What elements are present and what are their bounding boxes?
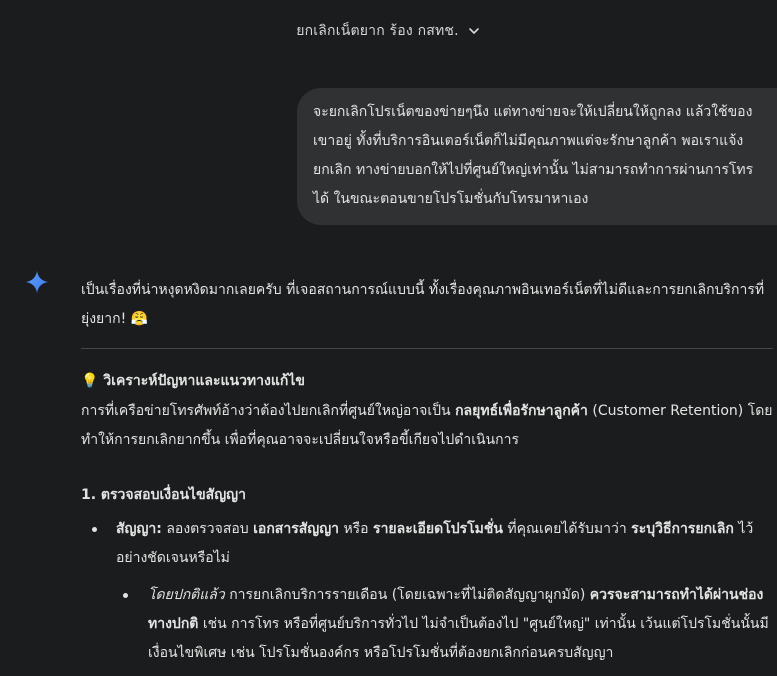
angry-face-emoji: 😤 (130, 311, 149, 327)
contract-list: สัญญา: ลองตรวจสอบ เอกสารสัญญา หรือ รายละ… (81, 515, 773, 668)
sparkle-icon (25, 270, 49, 294)
response-intro: เป็นเรื่องที่น่าหงุดหงิดมากเลยครับ ที่เจ… (81, 276, 773, 334)
lightbulb-icon: 💡 (81, 373, 99, 389)
assistant-response: เป็นเรื่องที่น่าหงุดหงิดมากเลยครับ ที่เจ… (81, 276, 773, 668)
divider (81, 348, 773, 349)
user-message-text: จะยกเลิกโปรเน็ตของข่ายๆนึง แต่ทางข่ายจะใ… (313, 104, 754, 207)
contract-sublist: โดยปกติแล้ว การยกเลิกบริการรายเดือน (โดย… (116, 581, 773, 668)
conversation-title-button[interactable]: ยกเลิกเน็ตยาก ร้อง กสทช. (0, 18, 777, 44)
list-item: โดยปกติแล้ว การยกเลิกบริการรายเดือน (โดย… (116, 581, 773, 668)
conversation-title: ยกเลิกเน็ตยาก ร้อง กสทช. (296, 23, 459, 39)
chat-page: ยกเลิกเน็ตยาก ร้อง กสทช. จะยกเลิกโปรเน็ต… (0, 0, 777, 676)
user-message-bubble: จะยกเลิกโปรเน็ตของข่ายๆนึง แต่ทางข่ายจะใ… (297, 88, 777, 225)
analysis-paragraph: การที่เครือข่ายโทรศัพท์อ้างว่าต้องไปยกเล… (81, 403, 773, 448)
analysis-title: 💡 วิเคราะห์ปัญหาและแนวทางแก้ไข (81, 367, 773, 395)
section-heading-contract: 1. ตรวจสอบเงื่อนไขสัญญา (81, 487, 246, 503)
chevron-down-icon (467, 24, 481, 38)
list-item: สัญญา: ลองตรวจสอบ เอกสารสัญญา หรือ รายละ… (81, 515, 773, 668)
